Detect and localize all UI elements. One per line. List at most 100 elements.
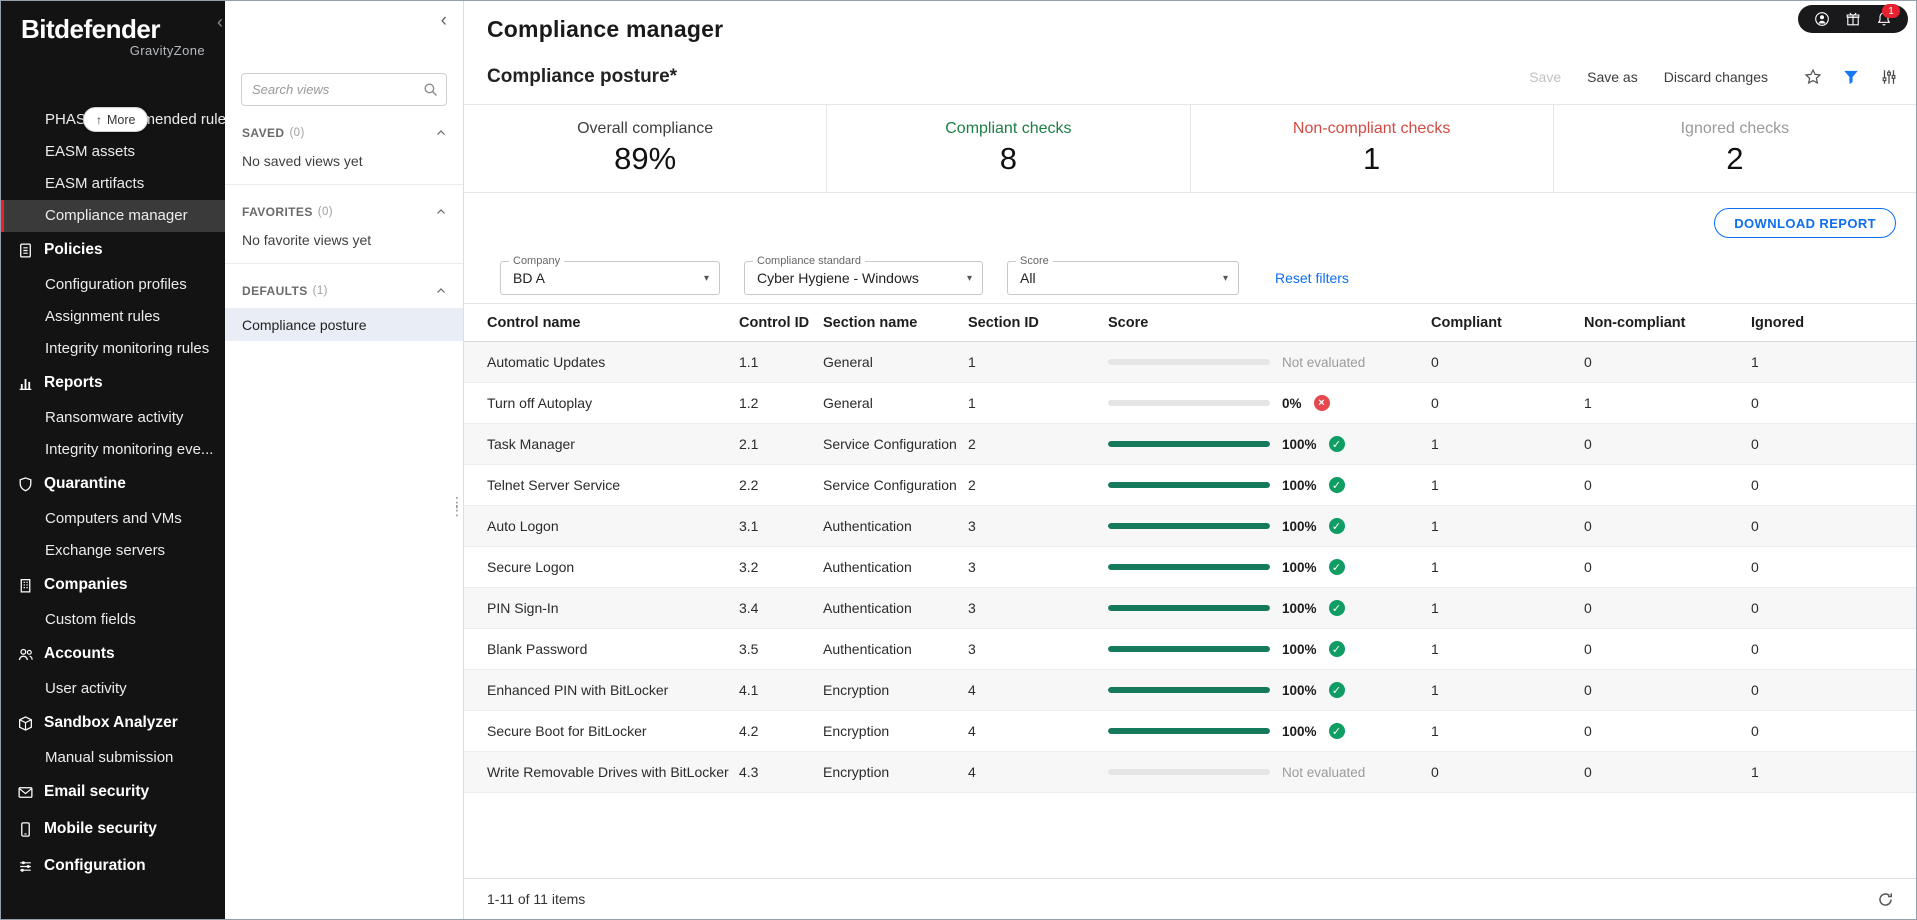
table-row-secure-logon[interactable]: Secure Logon3.2Authentication3100%✓100 xyxy=(464,547,1916,588)
accounts-icon xyxy=(17,646,34,663)
sidebar-item-configuration[interactable]: Configuration xyxy=(1,848,225,885)
companies-icon xyxy=(17,577,34,594)
save-as-button[interactable]: Save as xyxy=(1587,69,1638,85)
views-section-header-defaults[interactable]: DEFAULTS(1) xyxy=(242,284,447,298)
column-header-control-id[interactable]: Control ID xyxy=(739,315,823,331)
sidebar-item-policies[interactable]: Policies xyxy=(1,232,225,269)
sidebar-item-label: Manual submission xyxy=(45,749,173,766)
view-title: Compliance posture* xyxy=(487,66,677,88)
download-report-button[interactable]: DOWNLOAD REPORT xyxy=(1714,208,1896,238)
sidebar-collapse-icon[interactable]: ‹ xyxy=(217,13,223,31)
sidebar-item-computers-and-vms[interactable]: Computers and VMs xyxy=(1,503,225,535)
notification-badge: 1 xyxy=(1882,4,1900,18)
sidebar-item-integrity-monitoring-rules[interactable]: Integrity monitoring rules xyxy=(1,333,225,365)
search-views-input[interactable] xyxy=(241,73,447,106)
user-account-icon[interactable] xyxy=(1814,11,1830,27)
table-row-telnet-server-service[interactable]: Telnet Server Service2.2Service Configur… xyxy=(464,465,1916,506)
column-header-section-id[interactable]: Section ID xyxy=(968,315,1108,331)
sidebar-item-label: Companies xyxy=(44,576,128,594)
cell-control-name: Automatic Updates xyxy=(487,354,739,370)
arrow-up-icon: ↑ xyxy=(96,113,102,127)
sidebar-item-label: EASM assets xyxy=(45,143,135,160)
table-row-secure-boot-for-bitlocker[interactable]: Secure Boot for BitLocker4.2Encryption41… xyxy=(464,711,1916,752)
brand-logo[interactable]: Bitdefender GravityZone xyxy=(1,1,225,62)
cell-ignored: 1 xyxy=(1751,764,1892,780)
page-title: Compliance manager xyxy=(487,1,723,43)
cell-section-id: 3 xyxy=(968,641,1108,657)
sidebar-item-easm-artifacts[interactable]: EASM artifacts xyxy=(1,168,225,200)
views-section-header-saved[interactable]: SAVED(0) xyxy=(242,126,447,140)
sidebar-item-integrity-monitoring-eve[interactable]: Integrity monitoring eve... xyxy=(1,434,225,466)
brand-name: Bitdefender xyxy=(21,15,205,44)
sidebar-item-quarantine[interactable]: Quarantine xyxy=(1,466,225,503)
views-section-label: FAVORITES xyxy=(242,205,313,219)
save-button[interactable]: Save xyxy=(1529,69,1561,85)
sidebar-item-configuration-profiles[interactable]: Configuration profiles xyxy=(1,269,225,301)
sidebar-item-ransomware-activity[interactable]: Ransomware activity xyxy=(1,402,225,434)
sidebar-item-compliance-manager[interactable]: Compliance manager xyxy=(1,200,225,232)
sidebar-item-reports[interactable]: Reports xyxy=(1,365,225,402)
chevron-down-icon: ▾ xyxy=(704,273,709,284)
reset-filters-link[interactable]: Reset filters xyxy=(1275,270,1349,286)
sidebar-item-easm-assets[interactable]: EASM assets xyxy=(1,136,225,168)
sidebar-item-sandbox-analyzer[interactable]: Sandbox Analyzer xyxy=(1,705,225,742)
sidebar-item-exchange-servers[interactable]: Exchange servers xyxy=(1,535,225,567)
sidebar-item-label: Configuration profiles xyxy=(45,276,187,293)
divider xyxy=(225,184,463,185)
discard-changes-button[interactable]: Discard changes xyxy=(1664,69,1768,85)
sidebar-item-label: Mobile security xyxy=(44,820,157,838)
table-row-blank-password[interactable]: Blank Password3.5Authentication3100%✓100 xyxy=(464,629,1916,670)
filter-select-company[interactable]: CompanyBD A▾ xyxy=(500,261,720,295)
sidebar-item-label: Configuration xyxy=(44,857,146,875)
column-header-non-compliant[interactable]: Non-compliant xyxy=(1584,315,1751,331)
column-header-section-name[interactable]: Section name xyxy=(823,315,968,331)
score-progressbar xyxy=(1108,523,1270,529)
cell-ignored: 0 xyxy=(1751,600,1892,616)
sidebar-item-email-security[interactable]: Email security xyxy=(1,774,225,811)
notifications-bell-icon[interactable]: 1 xyxy=(1876,11,1892,27)
favorite-star-icon[interactable] xyxy=(1804,68,1822,86)
cell-ignored: 0 xyxy=(1751,559,1892,575)
column-header-ignored[interactable]: Ignored xyxy=(1751,315,1892,331)
table-row-automatic-updates[interactable]: Automatic Updates1.1General1Not evaluate… xyxy=(464,342,1916,383)
sidebar-item-assignment-rules[interactable]: Assignment rules xyxy=(1,301,225,333)
column-header-compliant[interactable]: Compliant xyxy=(1431,315,1584,331)
sidebar-item-mobile-security[interactable]: Mobile security xyxy=(1,811,225,848)
table-row-turn-off-autoplay[interactable]: Turn off Autoplay1.2General10%×010 xyxy=(464,383,1916,424)
filter-funnel-icon[interactable] xyxy=(1842,68,1860,86)
table-row-write-removable-drives-with-bitlocker[interactable]: Write Removable Drives with BitLocker4.3… xyxy=(464,752,1916,793)
cell-section-name: Authentication xyxy=(823,600,968,616)
chevron-down-icon: ▾ xyxy=(1223,273,1228,284)
stat-value: 2 xyxy=(1726,141,1743,177)
views-section-header-favorites[interactable]: FAVORITES(0) xyxy=(242,205,447,219)
cell-non-compliant: 0 xyxy=(1584,600,1751,616)
x-circle-icon: × xyxy=(1314,395,1330,411)
sidebar-item-accounts[interactable]: Accounts xyxy=(1,636,225,673)
column-settings-icon[interactable] xyxy=(1880,68,1898,86)
sidebar-item-user-activity[interactable]: User activity xyxy=(1,673,225,705)
items-count: 1-11 of 11 items xyxy=(487,891,585,907)
resize-handle-icon[interactable]: ⋮⋮ xyxy=(450,499,464,514)
sidebar-item-manual-submission[interactable]: Manual submission xyxy=(1,742,225,774)
views-section-count: (0) xyxy=(289,127,304,139)
refresh-icon[interactable] xyxy=(1877,891,1894,908)
column-header-score[interactable]: Score xyxy=(1108,315,1431,331)
gift-icon[interactable] xyxy=(1845,11,1861,27)
more-button[interactable]: ↑ More xyxy=(83,107,148,132)
table-row-pin-sign-in[interactable]: PIN Sign-In3.4Authentication3100%✓100 xyxy=(464,588,1916,629)
view-item-compliance-posture[interactable]: Compliance posture xyxy=(225,308,463,341)
column-header-control-name[interactable]: Control name xyxy=(487,315,739,331)
table-row-task-manager[interactable]: Task Manager2.1Service Configuration2100… xyxy=(464,424,1916,465)
score-text: 100% xyxy=(1282,683,1317,698)
cell-compliant: 1 xyxy=(1431,641,1584,657)
views-collapse-icon[interactable]: ‹ xyxy=(441,11,447,30)
table-row-auto-logon[interactable]: Auto Logon3.1Authentication3100%✓100 xyxy=(464,506,1916,547)
cell-section-name: Encryption xyxy=(823,682,968,698)
filter-select-score[interactable]: ScoreAll▾ xyxy=(1007,261,1239,295)
brand-product: GravityZone xyxy=(21,43,205,58)
filter-select-compliance-standard[interactable]: Compliance standardCyber Hygiene - Windo… xyxy=(744,261,983,295)
table-row-enhanced-pin-with-bitlocker[interactable]: Enhanced PIN with BitLocker4.1Encryption… xyxy=(464,670,1916,711)
sidebar-item-custom-fields[interactable]: Custom fields xyxy=(1,604,225,636)
sidebar-item-companies[interactable]: Companies xyxy=(1,567,225,604)
stat-value: 1 xyxy=(1363,141,1380,177)
